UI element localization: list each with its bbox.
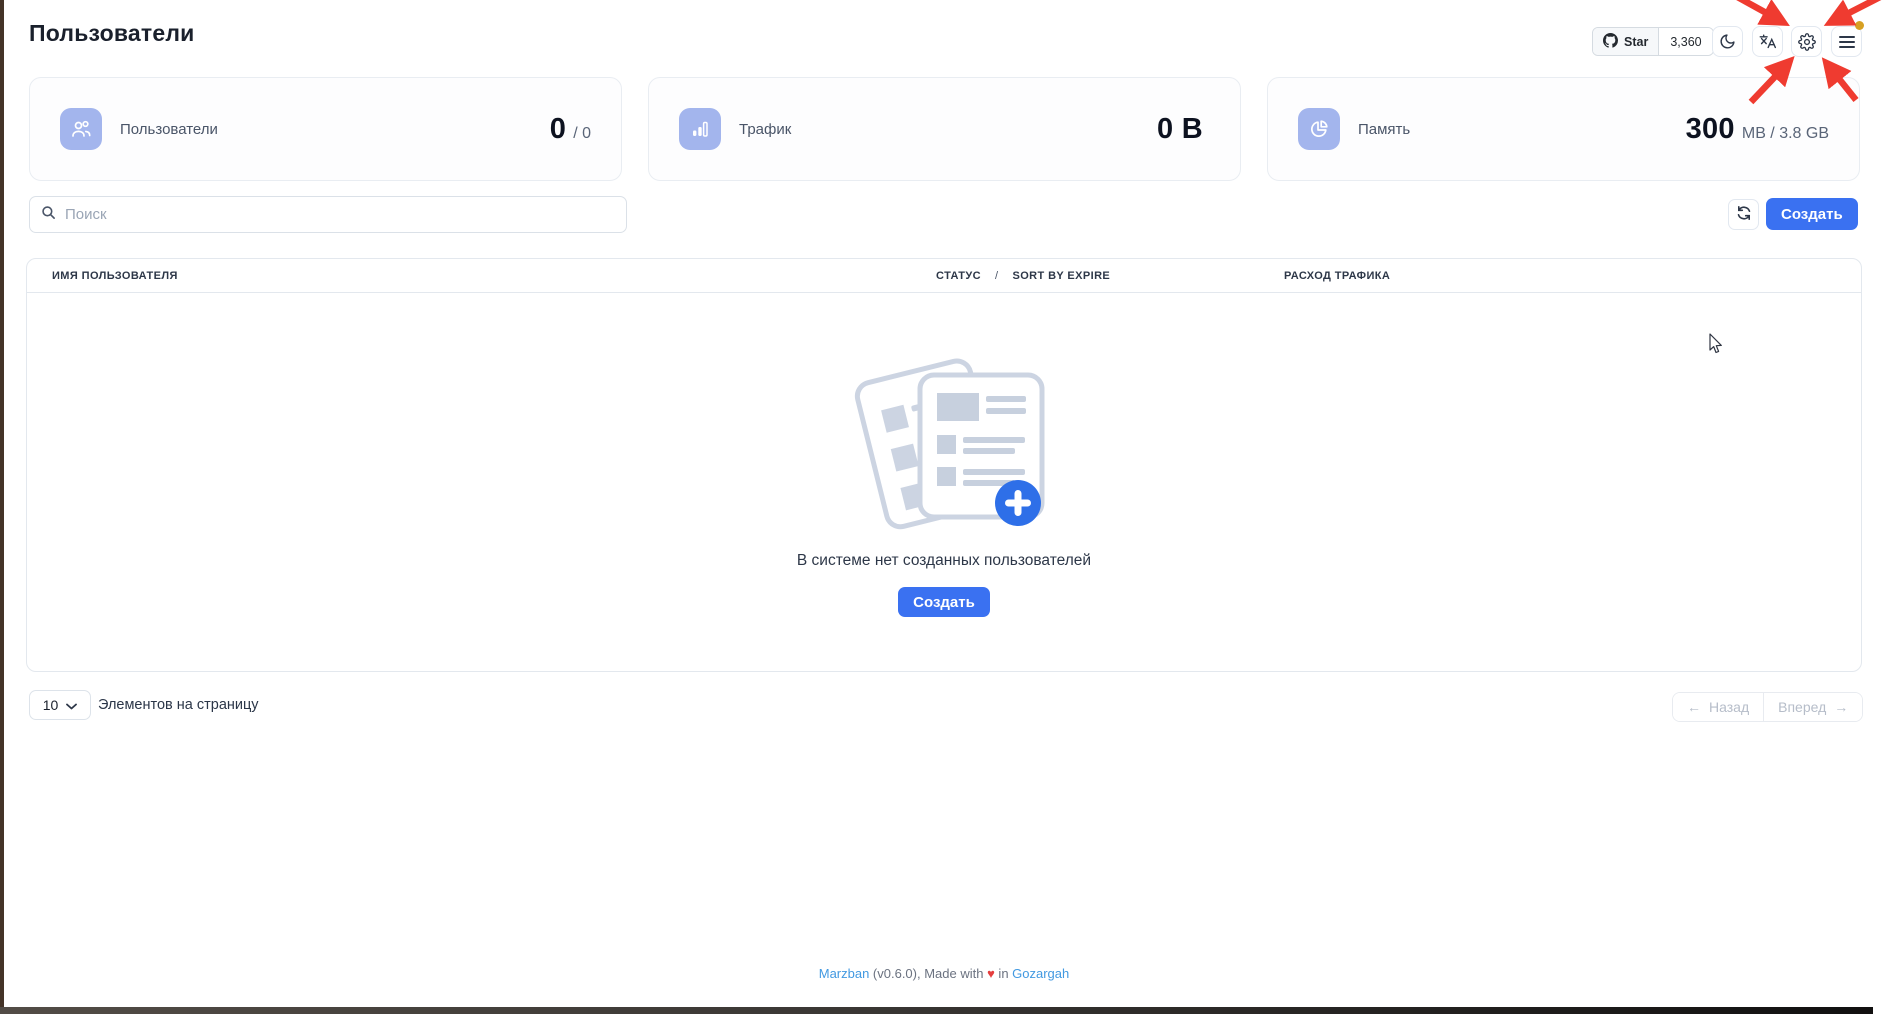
table-header-row: ИМЯ ПОЛЬЗОВАТЕЛЯ СТАТУС / SORT BY EXPIRE… [27,259,1861,293]
memory-icon [1298,108,1340,150]
page-size-value: 10 [43,697,59,713]
translate-icon [1759,33,1776,50]
annotation-arrow-top-right [1844,0,1886,16]
annotation-arrow-top-left [1732,0,1770,15]
refresh-icon [1736,205,1752,224]
stat-card-users: Пользователи 0 / 0 [29,77,622,181]
users-icon [60,108,102,150]
stat-value: 0 B [1157,113,1210,146]
menu-button[interactable] [1831,26,1862,57]
create-button[interactable]: Создать [1766,198,1858,230]
marzban-link[interactable]: Marzban [819,966,870,981]
search-icon [41,205,56,225]
stat-label: Пользователи [120,121,218,138]
screen-bottom-bar [0,1007,1873,1014]
refresh-button[interactable] [1728,199,1759,230]
github-star-widget[interactable]: Star 3,360 [1592,27,1714,56]
footer: Marzban (v0.6.0), Made with ♥ in Gozarga… [0,966,1888,981]
stat-label: Трафик [739,121,791,138]
users-table: ИМЯ ПОЛЬЗОВАТЕЛЯ СТАТУС / SORT BY EXPIRE… [26,258,1862,672]
empty-create-button[interactable]: Создать [898,587,990,617]
arrow-right-icon: → [1834,699,1848,715]
settings-button[interactable] [1791,26,1822,57]
column-header-status[interactable]: СТАТУС [936,270,981,282]
language-button[interactable] [1752,26,1783,57]
column-header-separator: / [995,270,998,282]
notification-dot [1855,21,1864,30]
chevron-down-icon [66,697,77,713]
stat-card-memory: Память 300 MB / 3.8 GB [1267,77,1860,181]
stat-label: Память [1358,121,1410,138]
gear-icon [1798,33,1816,51]
column-header-username[interactable]: ИМЯ ПОЛЬЗОВАТЕЛЯ [52,259,178,293]
github-icon [1603,33,1618,51]
arrow-left-icon: ← [1687,699,1701,715]
page-title: Пользователи [29,20,195,47]
stat-value: 0 / 0 [550,113,591,146]
dark-mode-button[interactable] [1712,26,1743,57]
empty-illustration [840,345,1048,538]
github-star-count[interactable]: 3,360 [1659,28,1712,55]
traffic-icon [679,108,721,150]
screen-left-edge [0,0,4,1014]
column-header-status-sort[interactable]: СТАТУС / SORT BY EXPIRE [936,259,1110,293]
empty-state: В системе нет созданных пользователей Со… [27,345,1861,617]
marzban-users-page: Пользователи Star 3,360 [0,0,1888,1014]
column-header-traffic[interactable]: РАСХОД ТРАФИКА [1284,259,1390,293]
github-star-button[interactable]: Star [1593,28,1659,55]
search-box [29,196,627,233]
page-size-select[interactable]: 10 [29,690,91,720]
github-star-label: Star [1624,35,1648,49]
stat-cards: Пользователи 0 / 0 Трафик 0 B [29,77,1860,181]
heart-icon: ♥ [987,966,995,981]
pager: ← Назад Вперед → [1672,692,1863,722]
stat-card-traffic: Трафик 0 B [648,77,1241,181]
gozargah-link[interactable]: Gozargah [1012,966,1069,981]
page-size-label: Элементов на страницу [98,697,259,713]
plus-circle-icon [995,480,1041,526]
empty-message: В системе нет созданных пользователей [797,552,1091,570]
hamburger-icon [1839,35,1855,49]
prev-page-button[interactable]: ← Назад [1673,693,1763,721]
search-input[interactable] [65,206,615,223]
next-page-button[interactable]: Вперед → [1764,693,1862,721]
stat-value: 300 MB / 3.8 GB [1686,113,1829,146]
column-header-sort-by-expire[interactable]: SORT BY EXPIRE [1012,270,1110,282]
moon-icon [1719,33,1736,50]
